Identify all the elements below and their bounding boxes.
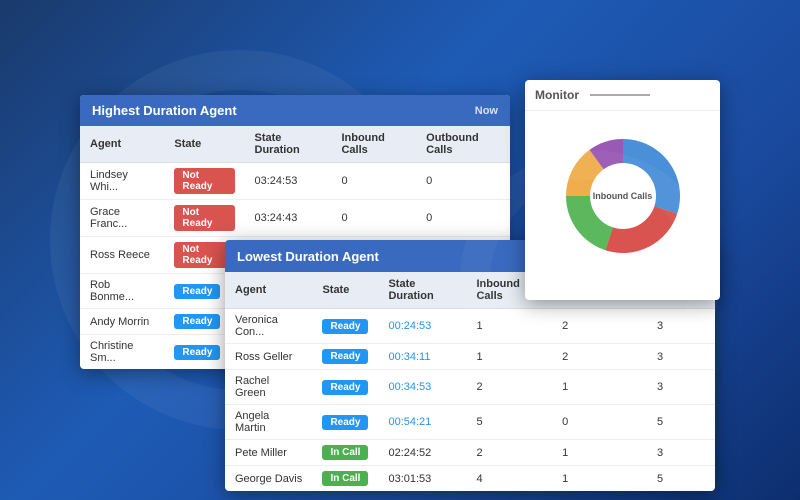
lowest-duration-table: Agent State State Duration Inbound Calls… xyxy=(225,272,715,491)
monitor-panel: Monitor Inbound Calls xyxy=(525,80,720,300)
outbound-calls: 1 xyxy=(552,370,647,405)
total-calls: 5 xyxy=(647,405,715,440)
col-state-h: State xyxy=(164,126,244,163)
col-inbound-l: Inbound Calls xyxy=(466,272,552,309)
col-outbound-l: Outbound Calls xyxy=(552,272,647,309)
agent-state: Not Ready xyxy=(164,200,244,237)
table-row: Lindsey Whi... Not Ready 03:24:53 0 0 xyxy=(80,163,510,200)
table-row: Angela Martin Ready 00:54:21 5 0 5 xyxy=(225,405,715,440)
agent-name: Ross Geller xyxy=(225,344,312,370)
col-outbound-h: Outbound Calls xyxy=(416,126,510,163)
col-state-dur-h: State Duration xyxy=(245,126,332,163)
state-duration: 03:01:53 xyxy=(378,466,466,492)
donut-segment xyxy=(605,206,677,253)
inbound-calls: 1 xyxy=(466,309,552,344)
agent-name: Rachel Green xyxy=(225,370,312,405)
lowest-panel-close[interactable]: × xyxy=(695,248,703,264)
outbound-calls: 2 xyxy=(552,344,647,370)
agent-state: Ready xyxy=(312,370,378,405)
state-duration: 00:34:11 xyxy=(378,344,466,370)
inbound-calls: 4 xyxy=(466,466,552,492)
highest-panel-header: Highest Duration Agent Now xyxy=(80,95,510,126)
monitor-header: Monitor xyxy=(525,80,720,111)
donut-label: Inbound Calls xyxy=(593,191,653,201)
col-agent-l: Agent xyxy=(225,272,312,309)
agent-name: Rob Bonme... xyxy=(80,274,164,309)
agent-state: Not Ready xyxy=(164,163,244,200)
agent-state: In Call xyxy=(312,466,378,492)
agent-state: Ready xyxy=(312,405,378,440)
state-duration: 00:24:53 xyxy=(378,309,466,344)
agent-name: George Davis xyxy=(225,466,312,492)
col-agent-h: Agent xyxy=(80,126,164,163)
inbound-calls: 1 xyxy=(466,344,552,370)
outbound-calls: 0 xyxy=(416,163,510,200)
state-duration: 00:34:53 xyxy=(378,370,466,405)
donut-segment xyxy=(623,139,680,214)
inbound-calls: 5 xyxy=(466,405,552,440)
total-calls: 3 xyxy=(647,440,715,466)
state-duration: 03:24:53 xyxy=(245,163,332,200)
agent-name: Angela Martin xyxy=(225,405,312,440)
outbound-calls: 2 xyxy=(552,309,647,344)
donut-center xyxy=(591,165,654,228)
agent-state: In Call xyxy=(312,440,378,466)
state-duration: 00:54:21 xyxy=(378,405,466,440)
agent-name: Ross Reece xyxy=(80,237,164,274)
table-row: Grace Franc... Not Ready 03:24:43 0 0 xyxy=(80,200,510,237)
table-row: Rachel Green Ready 00:34:53 2 1 3 xyxy=(225,370,715,405)
donut-segment xyxy=(566,150,604,196)
chart-container: Inbound Calls xyxy=(525,111,720,281)
state-duration: 03:24:43 xyxy=(245,200,332,237)
lowest-panel-title: Lowest Duration Agent xyxy=(237,249,379,264)
outbound-calls: 1 xyxy=(552,466,647,492)
col-state-dur-l: State Duration xyxy=(378,272,466,309)
donut-segment xyxy=(589,139,623,169)
table-row: Ross Geller Ready 00:34:11 1 2 3 xyxy=(225,344,715,370)
agent-state: Ready xyxy=(312,344,378,370)
agent-name: Christine Sm... xyxy=(80,335,164,370)
outbound-calls: 0 xyxy=(416,200,510,237)
inbound-calls: 0 xyxy=(331,200,416,237)
monitor-title: Monitor xyxy=(535,88,579,102)
agent-name: Grace Franc... xyxy=(80,200,164,237)
total-calls: 5 xyxy=(647,466,715,492)
lowest-duration-panel: Lowest Duration Agent × Agent State Stat… xyxy=(225,240,715,491)
outbound-calls: 1 xyxy=(552,440,647,466)
donut-segment xyxy=(566,196,613,250)
agent-name: Lindsey Whi... xyxy=(80,163,164,200)
total-calls: 3 xyxy=(647,370,715,405)
total-calls: 3 xyxy=(647,344,715,370)
total-calls: 3 xyxy=(647,309,715,344)
state-duration: 02:24:52 xyxy=(378,440,466,466)
agent-name: Veronica Con... xyxy=(225,309,312,344)
lowest-panel-header: Lowest Duration Agent × xyxy=(225,240,715,272)
table-row: Pete Miller In Call 02:24:52 2 1 3 xyxy=(225,440,715,466)
agent-state: Ready xyxy=(312,309,378,344)
inbound-calls: 0 xyxy=(331,163,416,200)
col-total-l: Total Calls xyxy=(647,272,715,309)
inbound-calls: 2 xyxy=(466,370,552,405)
agent-name: Andy Morrin xyxy=(80,309,164,335)
table-row: Veronica Con... Ready 00:24:53 1 2 3 xyxy=(225,309,715,344)
col-inbound-h: Inbound Calls xyxy=(331,126,416,163)
highest-panel-title: Highest Duration Agent xyxy=(92,103,237,118)
donut-chart xyxy=(548,121,698,271)
col-state-l: State xyxy=(312,272,378,309)
table-row: George Davis In Call 03:01:53 4 1 5 xyxy=(225,466,715,492)
outbound-calls: 0 xyxy=(552,405,647,440)
agent-name: Pete Miller xyxy=(225,440,312,466)
inbound-calls: 2 xyxy=(466,440,552,466)
monitor-line xyxy=(590,94,650,96)
highest-panel-now: Now xyxy=(475,105,498,117)
